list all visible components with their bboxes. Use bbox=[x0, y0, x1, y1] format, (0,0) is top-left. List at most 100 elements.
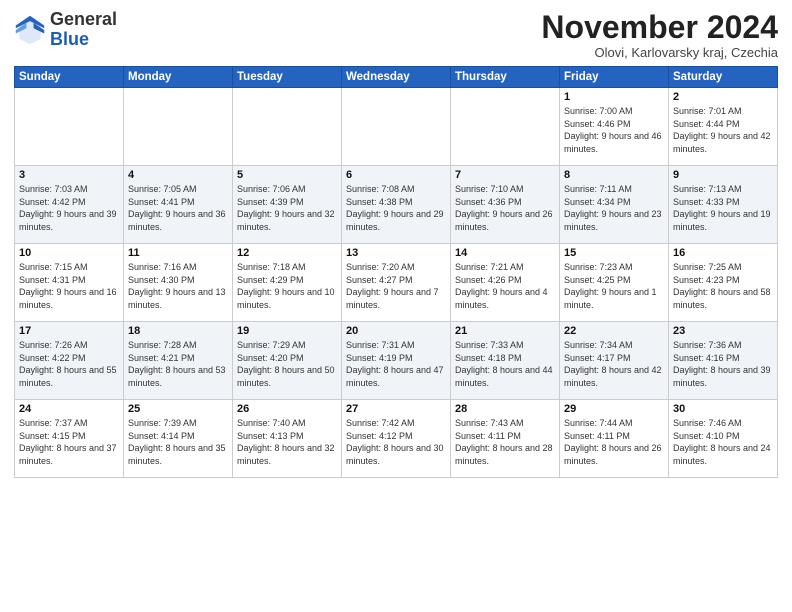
day-number: 14 bbox=[455, 247, 555, 259]
logo-icon bbox=[14, 14, 46, 46]
day-info: Sunrise: 7:37 AM Sunset: 4:15 PM Dayligh… bbox=[19, 417, 119, 467]
day-info: Sunrise: 7:16 AM Sunset: 4:30 PM Dayligh… bbox=[128, 261, 228, 311]
day-number: 12 bbox=[237, 247, 337, 259]
day-info: Sunrise: 7:39 AM Sunset: 4:14 PM Dayligh… bbox=[128, 417, 228, 467]
day-number: 28 bbox=[455, 403, 555, 415]
day-number: 15 bbox=[564, 247, 664, 259]
day-number: 22 bbox=[564, 325, 664, 337]
calendar-cell: 3Sunrise: 7:03 AM Sunset: 4:42 PM Daylig… bbox=[15, 166, 124, 244]
calendar-week-1: 3Sunrise: 7:03 AM Sunset: 4:42 PM Daylig… bbox=[15, 166, 778, 244]
day-number: 30 bbox=[673, 403, 773, 415]
col-header-friday: Friday bbox=[560, 67, 669, 88]
calendar-cell: 21Sunrise: 7:33 AM Sunset: 4:18 PM Dayli… bbox=[451, 322, 560, 400]
logo-text: General Blue bbox=[50, 10, 117, 50]
calendar-week-2: 10 Sunrise: 7:15 AM Sunset: 4:31 PM Dayli… bbox=[15, 244, 778, 322]
calendar-cell: 8Sunrise: 7:11 AM Sunset: 4:34 PM Daylig… bbox=[560, 166, 669, 244]
day-info: Sunrise: 7:23 AM Sunset: 4:25 PM Dayligh… bbox=[564, 261, 664, 311]
col-header-wednesday: Wednesday bbox=[342, 67, 451, 88]
calendar-cell: 12 Sunrise: 7:18 AM Sunset: 4:29 PM Dayli… bbox=[233, 244, 342, 322]
day-info: Sunrise: 7:05 AM Sunset: 4:41 PM Dayligh… bbox=[128, 183, 228, 233]
calendar-cell: 22 Sunrise: 7:34 AM Sunset: 4:17 PM Dayli… bbox=[560, 322, 669, 400]
logo-blue: Blue bbox=[50, 29, 89, 49]
day-number: 26 bbox=[237, 403, 337, 415]
day-number: 17 bbox=[19, 325, 119, 337]
day-info: Sunrise: 7:20 AM Sunset: 4:27 PM Dayligh… bbox=[346, 261, 446, 311]
calendar-cell: 6 Sunrise: 7:08 AM Sunset: 4:38 PM Daylig… bbox=[342, 166, 451, 244]
day-info: Sunrise: 7:08 AM Sunset: 4:38 PM Dayligh… bbox=[346, 183, 446, 233]
col-header-thursday: Thursday bbox=[451, 67, 560, 88]
day-number: 18 bbox=[128, 325, 228, 337]
calendar-cell: 29Sunrise: 7:44 AM Sunset: 4:11 PM Dayli… bbox=[560, 400, 669, 478]
header: General Blue November 2024 Olovi, Karlov… bbox=[14, 10, 778, 60]
calendar-week-3: 17 Sunrise: 7:26 AM Sunset: 4:22 PM Dayli… bbox=[15, 322, 778, 400]
subtitle: Olovi, Karlovarsky kraj, Czechia bbox=[541, 45, 778, 60]
day-number: 27 bbox=[346, 403, 446, 415]
day-number: 7 bbox=[455, 169, 555, 181]
day-info: Sunrise: 7:25 AM Sunset: 4:23 PM Dayligh… bbox=[673, 261, 773, 311]
calendar-cell: 28 Sunrise: 7:43 AM Sunset: 4:11 PM Dayli… bbox=[451, 400, 560, 478]
calendar-table: SundayMondayTuesdayWednesdayThursdayFrid… bbox=[14, 66, 778, 478]
calendar-header-row: SundayMondayTuesdayWednesdayThursdayFrid… bbox=[15, 67, 778, 88]
day-info: Sunrise: 7:44 AM Sunset: 4:11 PM Dayligh… bbox=[564, 417, 664, 467]
col-header-sunday: Sunday bbox=[15, 67, 124, 88]
day-info: Sunrise: 7:31 AM Sunset: 4:19 PM Dayligh… bbox=[346, 339, 446, 389]
day-info: Sunrise: 7:06 AM Sunset: 4:39 PM Dayligh… bbox=[237, 183, 337, 233]
day-info: Sunrise: 7:43 AM Sunset: 4:11 PM Dayligh… bbox=[455, 417, 555, 467]
col-header-saturday: Saturday bbox=[669, 67, 778, 88]
day-info: Sunrise: 7:21 AM Sunset: 4:26 PM Dayligh… bbox=[455, 261, 555, 311]
day-info: Sunrise: 7:29 AM Sunset: 4:20 PM Dayligh… bbox=[237, 339, 337, 389]
calendar-week-4: 24 Sunrise: 7:37 AM Sunset: 4:15 PM Dayli… bbox=[15, 400, 778, 478]
day-number: 13 bbox=[346, 247, 446, 259]
day-info: Sunrise: 7:13 AM Sunset: 4:33 PM Dayligh… bbox=[673, 183, 773, 233]
calendar-container: General Blue November 2024 Olovi, Karlov… bbox=[0, 0, 792, 612]
calendar-cell: 7 Sunrise: 7:10 AM Sunset: 4:36 PM Daylig… bbox=[451, 166, 560, 244]
day-info: Sunrise: 7:40 AM Sunset: 4:13 PM Dayligh… bbox=[237, 417, 337, 467]
day-info: Sunrise: 7:33 AM Sunset: 4:18 PM Dayligh… bbox=[455, 339, 555, 389]
calendar-cell: 17 Sunrise: 7:26 AM Sunset: 4:22 PM Dayli… bbox=[15, 322, 124, 400]
calendar-cell: 23Sunrise: 7:36 AM Sunset: 4:16 PM Dayli… bbox=[669, 322, 778, 400]
day-number: 25 bbox=[128, 403, 228, 415]
calendar-cell: 5Sunrise: 7:06 AM Sunset: 4:39 PM Daylig… bbox=[233, 166, 342, 244]
day-number: 6 bbox=[346, 169, 446, 181]
calendar-cell: 10 Sunrise: 7:15 AM Sunset: 4:31 PM Dayli… bbox=[15, 244, 124, 322]
day-info: Sunrise: 7:15 AM Sunset: 4:31 PM Dayligh… bbox=[19, 261, 119, 311]
calendar-cell bbox=[451, 88, 560, 166]
day-info: Sunrise: 7:26 AM Sunset: 4:22 PM Dayligh… bbox=[19, 339, 119, 389]
calendar-cell: 14 Sunrise: 7:21 AM Sunset: 4:26 PM Dayli… bbox=[451, 244, 560, 322]
month-title: November 2024 bbox=[541, 10, 778, 45]
calendar-cell bbox=[342, 88, 451, 166]
calendar-cell: 15 Sunrise: 7:23 AM Sunset: 4:25 PM Dayli… bbox=[560, 244, 669, 322]
logo-general: General bbox=[50, 9, 117, 29]
day-number: 20 bbox=[346, 325, 446, 337]
day-info: Sunrise: 7:28 AM Sunset: 4:21 PM Dayligh… bbox=[128, 339, 228, 389]
day-info: Sunrise: 7:36 AM Sunset: 4:16 PM Dayligh… bbox=[673, 339, 773, 389]
day-number: 1 bbox=[564, 91, 664, 103]
day-number: 24 bbox=[19, 403, 119, 415]
calendar-cell bbox=[15, 88, 124, 166]
day-info: Sunrise: 7:11 AM Sunset: 4:34 PM Dayligh… bbox=[564, 183, 664, 233]
calendar-cell: 4 Sunrise: 7:05 AM Sunset: 4:41 PM Daylig… bbox=[124, 166, 233, 244]
day-info: Sunrise: 7:00 AM Sunset: 4:46 PM Dayligh… bbox=[564, 105, 664, 155]
calendar-cell: 16 Sunrise: 7:25 AM Sunset: 4:23 PM Dayli… bbox=[669, 244, 778, 322]
day-info: Sunrise: 7:01 AM Sunset: 4:44 PM Dayligh… bbox=[673, 105, 773, 155]
calendar-cell: 27 Sunrise: 7:42 AM Sunset: 4:12 PM Dayli… bbox=[342, 400, 451, 478]
col-header-tuesday: Tuesday bbox=[233, 67, 342, 88]
day-info: Sunrise: 7:18 AM Sunset: 4:29 PM Dayligh… bbox=[237, 261, 337, 311]
day-number: 19 bbox=[237, 325, 337, 337]
calendar-cell bbox=[124, 88, 233, 166]
day-info: Sunrise: 7:46 AM Sunset: 4:10 PM Dayligh… bbox=[673, 417, 773, 467]
calendar-cell: 13 Sunrise: 7:20 AM Sunset: 4:27 PM Dayli… bbox=[342, 244, 451, 322]
day-number: 4 bbox=[128, 169, 228, 181]
calendar-week-0: 1 Sunrise: 7:00 AM Sunset: 4:46 PM Daylig… bbox=[15, 88, 778, 166]
day-number: 3 bbox=[19, 169, 119, 181]
day-info: Sunrise: 7:34 AM Sunset: 4:17 PM Dayligh… bbox=[564, 339, 664, 389]
day-number: 2 bbox=[673, 91, 773, 103]
calendar-cell: 30 Sunrise: 7:46 AM Sunset: 4:10 PM Dayli… bbox=[669, 400, 778, 478]
day-info: Sunrise: 7:42 AM Sunset: 4:12 PM Dayligh… bbox=[346, 417, 446, 467]
calendar-cell: 24 Sunrise: 7:37 AM Sunset: 4:15 PM Dayli… bbox=[15, 400, 124, 478]
day-number: 16 bbox=[673, 247, 773, 259]
calendar-cell: 1 Sunrise: 7:00 AM Sunset: 4:46 PM Daylig… bbox=[560, 88, 669, 166]
day-info: Sunrise: 7:10 AM Sunset: 4:36 PM Dayligh… bbox=[455, 183, 555, 233]
day-number: 10 bbox=[19, 247, 119, 259]
calendar-cell: 9Sunrise: 7:13 AM Sunset: 4:33 PM Daylig… bbox=[669, 166, 778, 244]
